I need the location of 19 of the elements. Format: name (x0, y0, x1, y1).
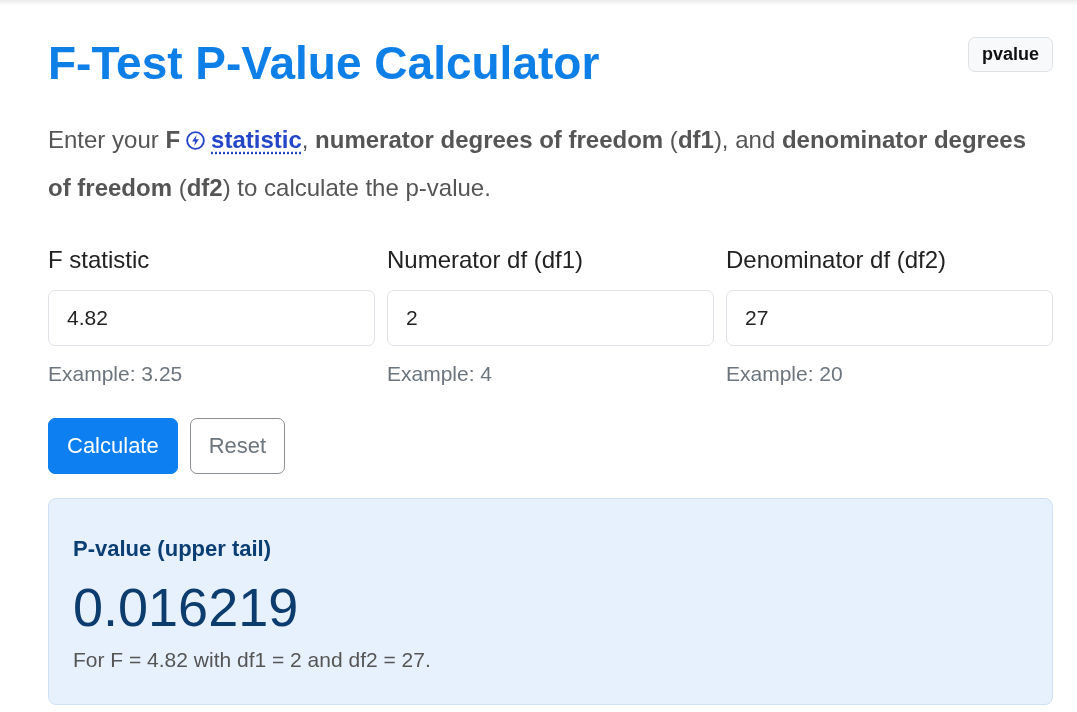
field-label: Numerator df (df1) (387, 245, 585, 275)
result-note: For F = 4.82 with df1 = 2 and df2 = 27. (73, 647, 432, 673)
example-hint: Example: 20 (726, 361, 844, 387)
calculate-button[interactable]: Calculate (48, 418, 178, 474)
result-heading: P-value (upper tail) (73, 535, 273, 563)
example-hint: Example: 3.25 (48, 361, 184, 387)
field-label: F statistic (48, 245, 151, 275)
intro-text: Enter your F statistic, numerator degrees of freedom (df1), and denominator degrees of freedom (df2) to calculate the p-value. (48, 125, 1027, 203)
page-title: F-Test P-Value Calculator (48, 36, 600, 91)
number-input[interactable]: 2 (387, 290, 714, 346)
number-input[interactable]: 4.82 (48, 290, 375, 346)
number-input[interactable]: 27 (726, 290, 1053, 346)
p-value: 0.016219 (73, 576, 300, 639)
statistic-link[interactable]: statistic (211, 126, 302, 153)
tag-label: pvalue (967, 37, 1053, 72)
lightning-icon (186, 131, 206, 150)
field-label: Denominator df (df2) (726, 245, 948, 275)
reset-button[interactable]: Reset (189, 418, 286, 474)
example-hint: Example: 4 (387, 361, 494, 387)
